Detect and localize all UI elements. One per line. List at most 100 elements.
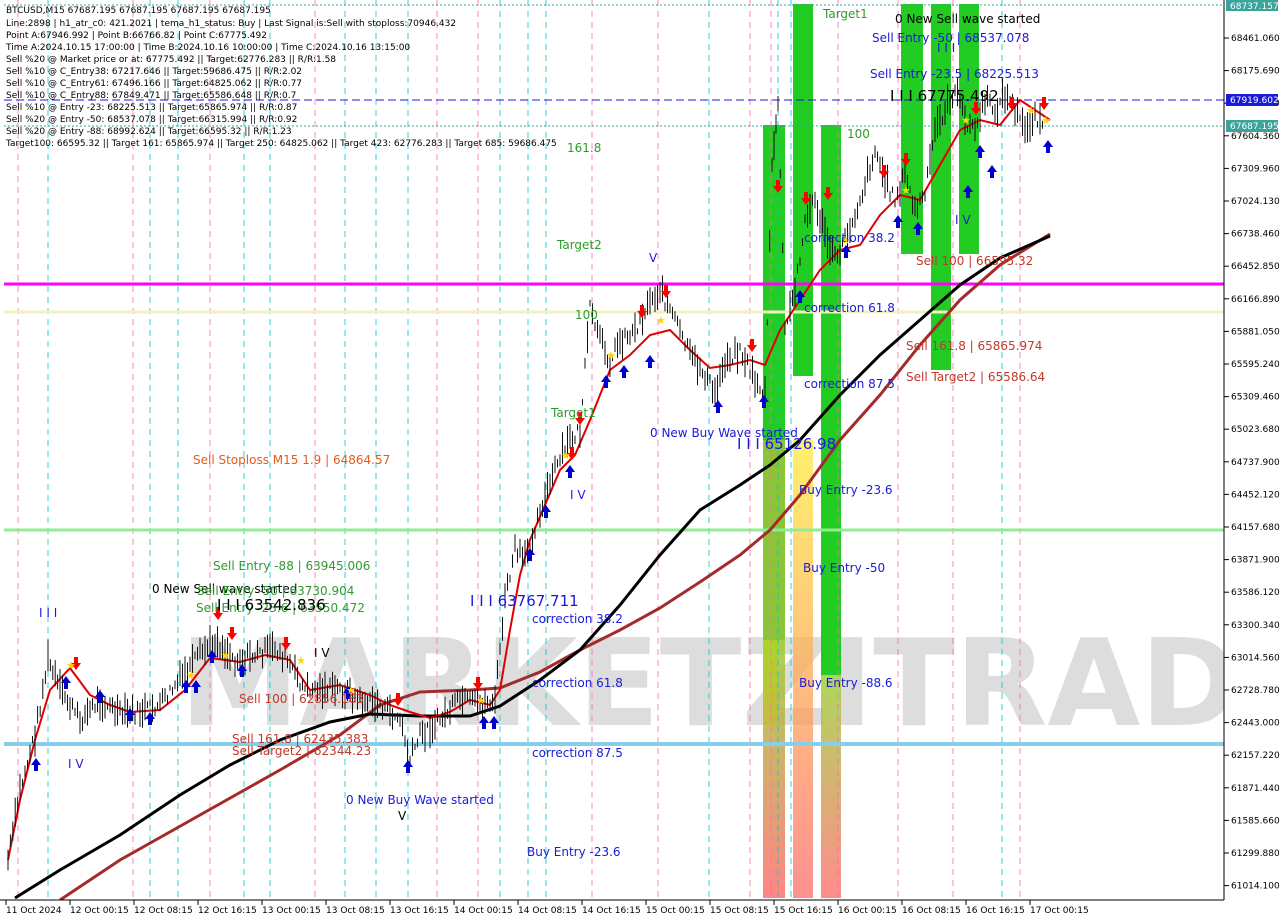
- label-100-a: 100: [847, 127, 870, 141]
- info-line-8: Sell %20 @ Entry -50: 68537.078 || Targe…: [6, 115, 297, 125]
- time-tick-label: 14 Oct 00:15: [454, 906, 513, 916]
- info-panel: BTCUSD,M15 67687.195 67687.195 67687.195…: [5, 6, 557, 149]
- label-point-a-left: I I I 63767.711: [470, 592, 579, 610]
- label-iv-left: I V: [68, 757, 84, 771]
- info-line-0: Line:2898 | h1_atr_c0: 421.2021 | tema_h…: [6, 19, 456, 29]
- zone-olive-1: [763, 440, 785, 640]
- label-target1-top: Target1: [822, 7, 868, 21]
- price-badge-blue-text: 67919.602: [1230, 96, 1279, 106]
- price-tick-label: 62157.220: [1231, 751, 1280, 761]
- price-tick-label: 66452.850: [1231, 262, 1280, 272]
- time-tick-label: 13 Oct 00:15: [262, 906, 321, 916]
- time-tick-label: 13 Oct 08:15: [326, 906, 385, 916]
- label-sell-100-right: Sell 100 | 66595.32: [916, 254, 1033, 268]
- price-badge-top-text: 68737.157: [1230, 2, 1279, 12]
- symbol-line: BTCUSD,M15 67687.195 67687.195 67687.195…: [6, 6, 271, 16]
- price-tick-label: 67309.960: [1231, 164, 1280, 174]
- time-tick-label: 16 Oct 00:15: [838, 906, 897, 916]
- price-chart[interactable]: MARKETZITRADE ★★★ ★★★★★★★★★★★ BTCUSD,M15…: [0, 0, 1280, 920]
- moving-averages: [7, 98, 1051, 902]
- label-target2: Target2: [556, 238, 602, 252]
- label-correction-61-top: correction 61.8: [804, 301, 895, 315]
- label-correction-87-left: correction 87.5: [532, 746, 623, 760]
- price-tick-label: 61871.440: [1231, 784, 1280, 794]
- price-tick-label: 65881.050: [1231, 327, 1280, 337]
- label-point-b: I I I 65126.98: [737, 435, 836, 453]
- time-tick-label: 16 Oct 08:15: [902, 906, 961, 916]
- zone-gradient-1: [763, 640, 785, 898]
- brown-ma-line: [59, 232, 1051, 902]
- label-buy-23-right: Buy Entry -23.6: [799, 483, 893, 497]
- price-tick-label: 63586.120: [1231, 588, 1280, 598]
- black-ma-line: [14, 234, 1051, 900]
- label-iv-left-2: I V: [314, 646, 330, 660]
- price-tick-label: 63014.560: [1231, 653, 1280, 663]
- label-target1-mid: Target1: [550, 406, 596, 420]
- label-correction-87-top: correction 87.5: [804, 377, 895, 391]
- label-new-buy-left: 0 New Buy Wave started: [346, 793, 494, 807]
- label-correction-38-top: correction 38.2: [804, 231, 895, 245]
- price-tick-label: 66738.460: [1231, 230, 1280, 240]
- label-buy-50-right: Buy Entry -50: [803, 561, 885, 575]
- price-tick-label: 67604.360: [1231, 132, 1280, 142]
- label-sell-100-left: Sell 100 | 62856.163: [239, 692, 364, 706]
- price-badge-green-text: 67687.195: [1230, 122, 1279, 132]
- label-161: 161.8: [567, 141, 601, 155]
- time-tick-label: 15 Oct 08:15: [710, 906, 769, 916]
- star-marker-icon: ★: [606, 349, 616, 362]
- time-tick-label: 11 Oct 2024: [6, 906, 62, 916]
- buy-arrow-icon: [565, 465, 575, 478]
- info-line-1: Point A:67946.992 | Point B:66766.82 | P…: [6, 31, 267, 41]
- star-marker-icon: ★: [656, 314, 666, 327]
- time-axis[interactable]: 11 Oct 2024 12 Oct 00:15 12 Oct 08:15 12 Oc…: [0, 899, 1224, 920]
- time-tick-label: 14 Oct 16:15: [582, 906, 641, 916]
- label-buy-88-right: Buy Entry -88.6: [799, 676, 893, 690]
- label-correction-38-left: correction 38.2: [532, 612, 623, 626]
- label-buy-23-left: Buy Entry -23.6: [527, 845, 621, 859]
- star-marker-icon: ★: [901, 184, 911, 197]
- info-line-3: Sell %20 @ Market price or at: 67775.492…: [6, 55, 336, 65]
- price-tick-label: 64157.680: [1231, 523, 1280, 533]
- buy-arrow-icon: [403, 760, 413, 773]
- label-point-c-left: I I I 63542.836: [217, 596, 326, 614]
- star-marker-icon: ★: [221, 649, 231, 662]
- star-marker-icon: ★: [1041, 114, 1051, 127]
- label-iii-right: I I I: [937, 41, 955, 55]
- label-new-sell-top: 0 New Sell wave started: [895, 12, 1040, 26]
- label-v-left: V: [398, 809, 407, 823]
- star-marker-icon: ★: [476, 694, 486, 707]
- price-tick-label: 67024.130: [1231, 197, 1280, 207]
- label-100-b: 100: [575, 308, 598, 322]
- price-tick-label: 64452.120: [1231, 490, 1280, 500]
- price-tick-label: 66166.890: [1231, 295, 1280, 305]
- info-line-2: Time A:2024.10.15 17:00:00 | Time B:2024…: [5, 43, 410, 53]
- label-sell-88-left: Sell Entry -88 | 63945.006: [213, 559, 370, 573]
- time-tick-label: 14 Oct 08:15: [518, 906, 577, 916]
- buy-arrow-icon: [31, 758, 41, 771]
- price-tick-label: 68175.690: [1231, 67, 1280, 77]
- price-tick-label: 61585.660: [1231, 816, 1280, 826]
- label-stoploss: Sell Stoploss M15 1.9 | 64864.57: [193, 453, 390, 467]
- info-line-6: Sell %10 @ C_Entry88: 67849.471 || Targe…: [6, 91, 296, 101]
- label-sell-161-right: Sell 161.8 | 65865.974: [906, 339, 1042, 353]
- price-tick-label: 65023.680: [1231, 425, 1280, 435]
- price-tick-label: 61299.880: [1231, 849, 1280, 859]
- price-axis[interactable]: 68461.06068175.69067890.32067604.3606730…: [1223, 0, 1280, 920]
- zone-green-2: [793, 4, 813, 376]
- star-marker-icon: ★: [296, 654, 306, 667]
- time-tick-label: 15 Oct 16:15: [774, 906, 833, 916]
- price-tick-label: 62728.780: [1231, 686, 1280, 696]
- time-tick-label: 16 Oct 16:15: [966, 906, 1025, 916]
- price-tick-label: 65309.460: [1231, 393, 1280, 403]
- price-tick-label: 62443.000: [1231, 719, 1280, 729]
- time-tick-label: 17 Oct 00:15: [1030, 906, 1089, 916]
- time-tick-label: 12 Oct 00:15: [70, 906, 129, 916]
- time-tick-label: 12 Oct 16:15: [198, 906, 257, 916]
- label-sell-target2-left: Sell Target2 | 62344.23: [232, 744, 371, 758]
- star-marker-icon: ★: [186, 669, 196, 682]
- label-point-c: I I I 67775.492: [890, 87, 999, 105]
- buy-arrow-icon: [645, 355, 655, 368]
- star-marker-icon: ★: [561, 449, 571, 462]
- info-line-9: Sell %20 @ Entry -88: 68992.624 || Targe…: [6, 127, 292, 137]
- label-iv-mid: I V: [570, 488, 586, 502]
